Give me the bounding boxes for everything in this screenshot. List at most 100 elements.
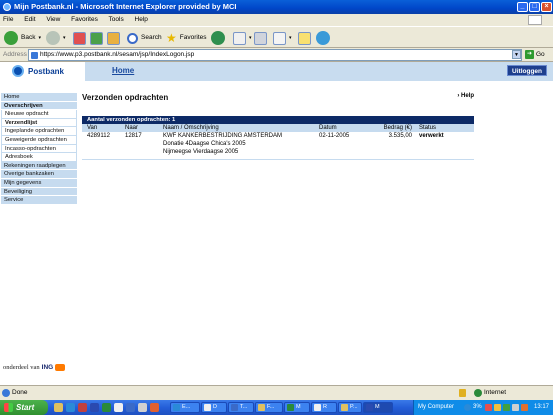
- tray-app-icon[interactable]: [494, 404, 501, 411]
- footer-brand: ING: [41, 364, 54, 371]
- page-content: Postbank Home Uitloggen Home Overschrijv…: [0, 62, 553, 385]
- sidebar-item-mijn-gegevens[interactable]: Mijn gegevens: [1, 178, 77, 188]
- taskbar-item-1[interactable]: E...: [170, 402, 200, 413]
- status-bar: Done Internet: [0, 385, 553, 400]
- address-dropdown-button[interactable]: ▼: [512, 50, 521, 59]
- messenger-button[interactable]: [316, 30, 330, 46]
- sidebar-item-home[interactable]: Home: [1, 93, 77, 102]
- zone-label: Internet: [484, 389, 507, 396]
- stop-button[interactable]: [73, 30, 86, 46]
- address-input[interactable]: https://www.p3.postbank.nl/sesam/jsp/Ind…: [28, 49, 522, 61]
- count-header: Aantal verzonden opdrachten: 1: [82, 116, 474, 124]
- quicklaunch-ie-icon[interactable]: [66, 403, 75, 412]
- cell-omschrijving-line1: Donatie 4Daagse Chica's 2005: [163, 141, 246, 147]
- tray-percent: 3%: [473, 404, 482, 410]
- column-header-bedrag: Bedrag (€): [378, 124, 414, 132]
- home-button[interactable]: [107, 30, 120, 46]
- taskbar-item-4[interactable]: F...: [255, 402, 283, 413]
- refresh-icon: [90, 31, 103, 45]
- sidebar-item-rekeningen-raadplegen[interactable]: Rekeningen raadplegen: [1, 161, 77, 171]
- tray-speaker-icon[interactable]: [512, 404, 519, 411]
- sidebar-item-geweigerde-opdrachten[interactable]: Geweigerde opdrachten: [1, 135, 77, 145]
- postbank-brand: Postbank: [28, 66, 65, 76]
- favorites-label: Favorites: [179, 34, 207, 41]
- menu-view[interactable]: View: [46, 16, 60, 23]
- quicklaunch-desktop-icon[interactable]: [114, 403, 123, 412]
- status-text: Done: [12, 389, 28, 396]
- maximize-button[interactable]: □: [529, 2, 540, 12]
- menu-favorites[interactable]: Favorites: [71, 16, 98, 23]
- minimize-button[interactable]: _: [517, 2, 528, 12]
- search-icon: [127, 32, 138, 44]
- search-button[interactable]: Search: [127, 30, 162, 46]
- sidebar-item-service[interactable]: Service: [1, 196, 77, 205]
- column-header-status: Status: [414, 124, 474, 132]
- mail-button[interactable]: ▾: [233, 30, 252, 46]
- menu-help[interactable]: Help: [135, 16, 148, 23]
- chevron-down-icon: ▾: [289, 35, 292, 41]
- sidebar-item-nieuwe-opdracht[interactable]: Nieuwe opdracht: [1, 110, 77, 119]
- tray-computer-label[interactable]: My Computer: [418, 400, 454, 415]
- menu-edit[interactable]: Edit: [24, 16, 35, 23]
- quicklaunch-media-icon[interactable]: [138, 403, 147, 412]
- footer-text: onderdeel van: [3, 364, 40, 371]
- task-app-icon: [258, 404, 265, 411]
- page-icon: [31, 52, 38, 59]
- quicklaunch-outlook-icon[interactable]: [126, 403, 135, 412]
- taskbar-item-5[interactable]: M: [284, 402, 310, 413]
- refresh-button[interactable]: [90, 30, 103, 46]
- chevron-right-icon: ›: [457, 93, 460, 99]
- windows-logo-icon: [528, 15, 542, 25]
- taskbar-item-8[interactable]: M: [363, 402, 393, 413]
- help-label: Help: [460, 93, 474, 99]
- logout-button[interactable]: Uitloggen: [507, 65, 547, 76]
- table-row[interactable]: 4289112 12817 KWF KANKERBESTRIJDING AMST…: [82, 132, 474, 156]
- edit-button[interactable]: ▾: [273, 30, 292, 46]
- quicklaunch-word-icon[interactable]: [90, 403, 99, 412]
- folder-icon: [298, 31, 311, 45]
- history-button[interactable]: [211, 30, 225, 46]
- tray-security-icon[interactable]: [485, 404, 492, 411]
- chevron-down-icon: ▾: [249, 35, 252, 41]
- taskbar: Start E... D T... F... M R P... M My Com…: [0, 400, 553, 415]
- sidebar-item-verzendlijst[interactable]: Verzendlijst: [1, 118, 77, 128]
- sidebar-item-overige-bankzaken[interactable]: Overige bankzaken: [1, 170, 77, 179]
- sidebar-item-adresboek[interactable]: Adresboek: [1, 153, 77, 162]
- favorites-button[interactable]: ★ Favorites: [166, 30, 207, 46]
- postbank-logo[interactable]: Postbank: [12, 65, 64, 77]
- sidebar-item-incasso-opdrachten[interactable]: Incasso-opdrachten: [1, 144, 77, 154]
- taskbar-item-2[interactable]: D: [201, 402, 227, 413]
- sidebar-item-ingeplande-opdrachten[interactable]: Ingeplande opdrachten: [1, 127, 77, 136]
- quicklaunch-folder-icon[interactable]: [54, 403, 63, 412]
- taskbar-item-7[interactable]: P...: [338, 402, 362, 413]
- quicklaunch-excel-icon[interactable]: [102, 403, 111, 412]
- system-tray: My Computer 3% 13:17: [413, 400, 553, 415]
- menu-file[interactable]: File: [3, 16, 13, 23]
- menu-tools[interactable]: Tools: [109, 16, 124, 23]
- forward-arrow-icon: [46, 31, 60, 45]
- close-button[interactable]: ×: [541, 2, 552, 12]
- forward-button[interactable]: ▾: [46, 30, 66, 46]
- tray-clock[interactable]: 13:17: [534, 400, 549, 415]
- tray-app-icon[interactable]: [503, 404, 510, 411]
- quicklaunch-app-icon[interactable]: [78, 403, 87, 412]
- print-button[interactable]: [254, 30, 267, 46]
- postbank-logo-icon: [12, 65, 24, 77]
- start-label: Start: [16, 403, 35, 412]
- start-button[interactable]: Start: [0, 400, 48, 415]
- tray-app-icon[interactable]: [521, 404, 528, 411]
- address-url: https://www.p3.postbank.nl/sesam/jsp/Ind…: [40, 51, 195, 58]
- tray-network-icon[interactable]: [464, 404, 471, 411]
- discuss-button[interactable]: [298, 30, 311, 46]
- quicklaunch-powerpoint-icon[interactable]: [150, 403, 159, 412]
- taskbar-item-6[interactable]: R: [311, 402, 337, 413]
- home-link[interactable]: Home: [112, 66, 134, 75]
- help-link[interactable]: › Help: [457, 93, 474, 99]
- back-button[interactable]: Back ▾: [4, 30, 41, 46]
- page-title: Verzonden opdrachten: [82, 93, 169, 102]
- sidebar-item-beveiliging[interactable]: Beveiliging: [1, 187, 77, 197]
- go-label: Go: [536, 51, 545, 58]
- sidebar-item-overschrijven[interactable]: Overschrijven: [1, 101, 77, 111]
- go-button[interactable]: ➜ Go: [525, 50, 545, 59]
- taskbar-item-3[interactable]: T...: [228, 402, 254, 413]
